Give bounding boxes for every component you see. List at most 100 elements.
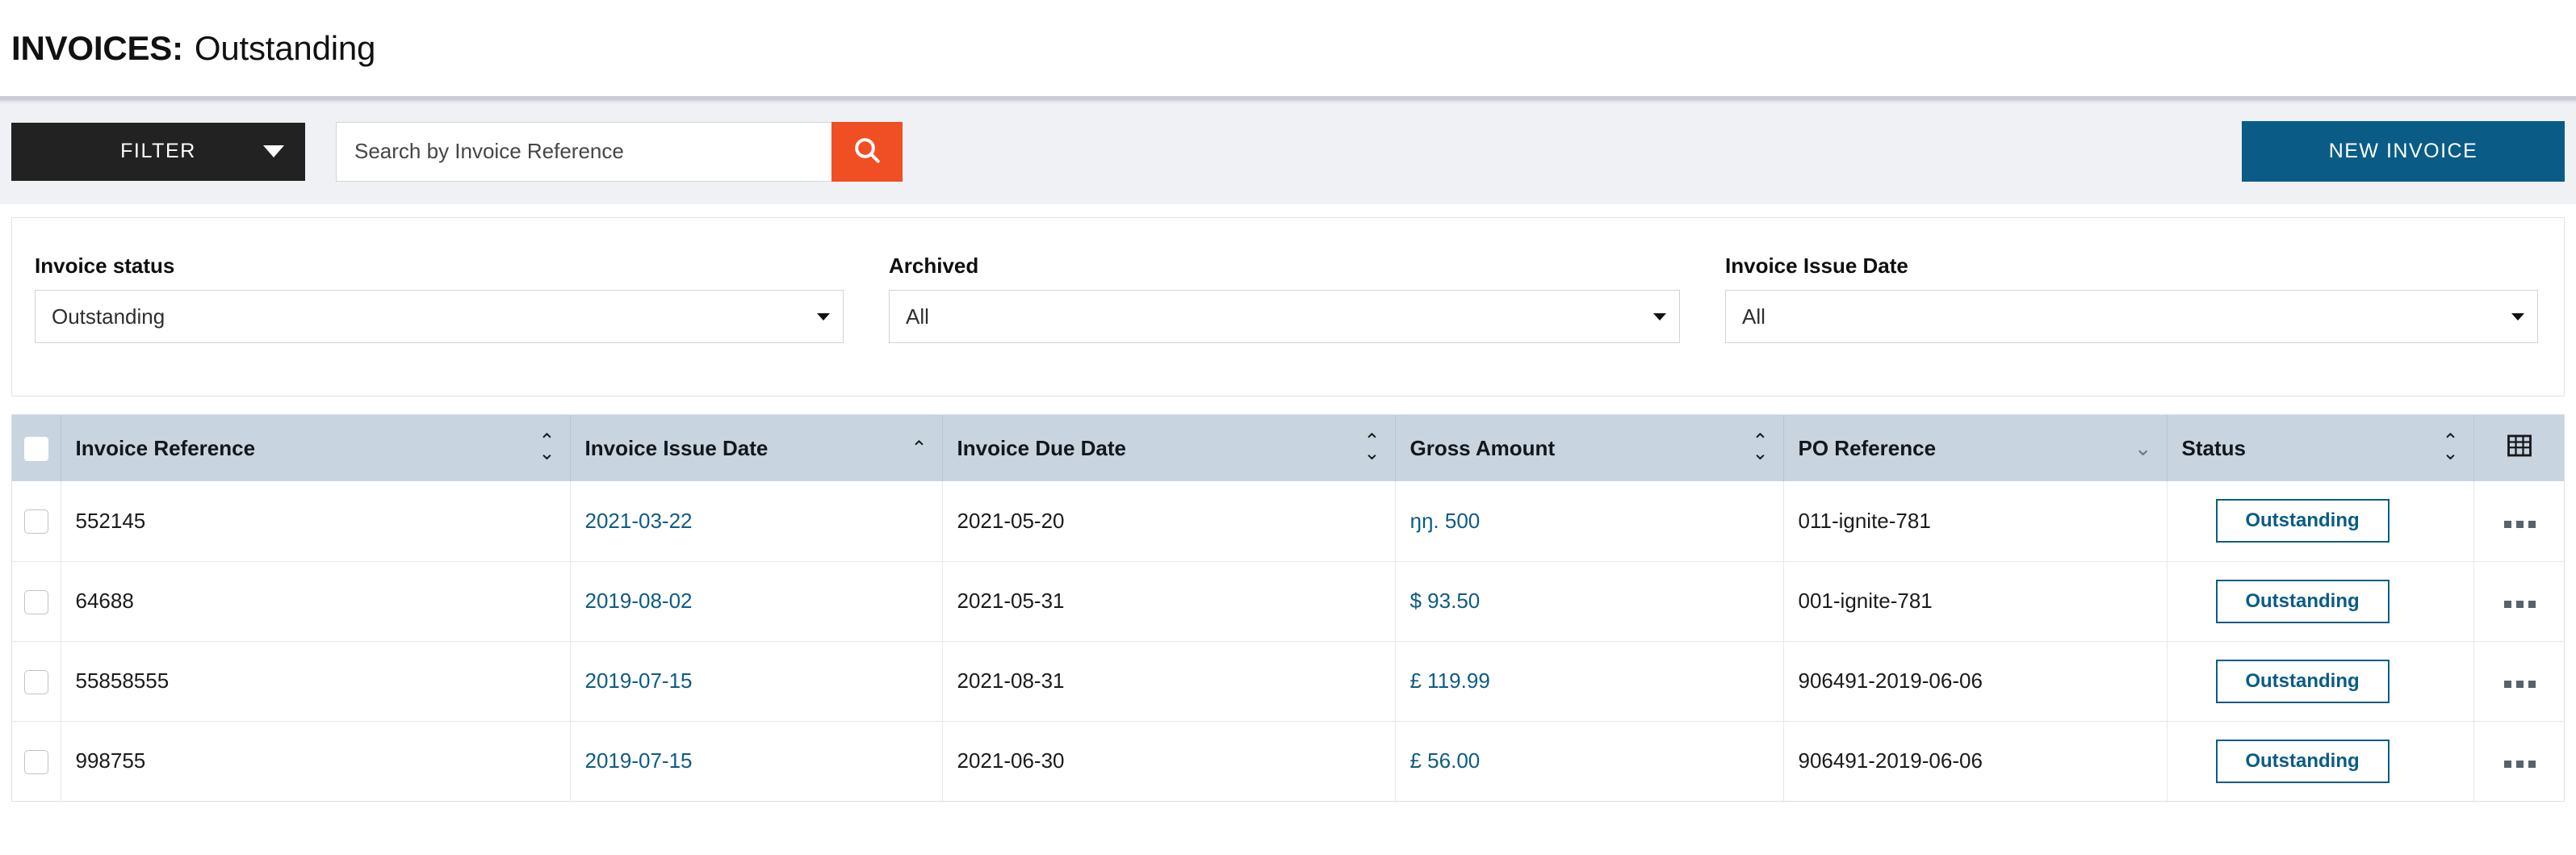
sort-descending-icon[interactable]: ⌄ [2134,436,2152,461]
caret-down-icon [1653,313,1666,321]
archived-select[interactable]: All [889,290,1680,343]
page-header: INVOICES: Outstanding [0,0,2576,96]
page-title: INVOICES: Outstanding [11,31,375,65]
cell-invoice-reference: 552145 [61,481,571,562]
invoice-issue-date-link[interactable]: 2021-03-22 [585,509,693,533]
checkbox-unchecked-icon[interactable] [23,437,48,462]
column-label-status: Status [2181,435,2246,460]
checkbox-unchecked-icon[interactable] [23,749,48,774]
invoices-table: Invoice Reference ⌃ ⌄ Invoice Issue Date… [12,415,2564,801]
invoice-issue-date-link[interactable]: 2019-07-15 [585,668,693,693]
cell-gross-amount: £ 56.00 [1395,721,1784,801]
cell-invoice-due-date: 2021-06-30 [942,721,1396,801]
invoice-issue-date-select[interactable]: All [1725,290,2538,343]
filter-label-invoice-issue-date: Invoice Issue Date [1725,254,1908,278]
row-select-cell[interactable] [12,481,61,562]
status-badge[interactable]: Outstanding [2215,739,2390,783]
status-badge[interactable]: Outstanding [2215,659,2390,703]
column-label-po-reference: PO Reference [1798,435,1937,460]
column-label-invoice-issue-date: Invoice Issue Date [584,435,769,460]
column-header-status[interactable]: Status ⌃ ⌄ [2167,415,2474,481]
sort-toggle-invoice-reference[interactable]: ⌃ ⌄ [538,432,555,464]
cell-invoice-issue-date: 2019-08-02 [570,561,943,642]
cell-status: Outstanding [2167,641,2474,722]
invoice-issue-date-link[interactable]: 2019-08-02 [585,589,693,613]
sort-toggle-invoice-due-date[interactable]: ⌃ ⌄ [1363,432,1380,463]
caret-down-icon [817,313,830,321]
checkbox-unchecked-icon[interactable] [23,589,48,614]
table-body: 552145 2021-03-22 2021-05-20 ŋŋ. 500 011… [12,481,2564,801]
row-select-cell[interactable] [12,721,61,801]
archived-value: All [906,304,929,329]
column-header-po-reference[interactable]: PO Reference ⌄ [1783,415,2168,481]
cell-gross-amount: $ 93.50 [1395,561,1784,642]
ellipsis-horizontal-icon[interactable] [2503,601,2536,608]
filter-label-archived: Archived [889,254,979,278]
cell-invoice-issue-date: 2021-03-22 [570,481,943,562]
column-label-gross-amount: Gross Amount [1409,435,1556,460]
sort-ascending-active-icon[interactable]: ⌃ [911,437,927,460]
chevron-down-icon: ⌄ [2442,442,2459,464]
column-label-invoice-due-date: Invoice Due Date [957,435,1127,460]
gross-amount-link[interactable]: £ 119.99 [1410,668,1490,693]
cell-gross-amount: £ 119.99 [1395,641,1784,722]
gross-amount-link[interactable]: ŋŋ. 500 [1410,509,1481,533]
page-title-suffix: Outstanding [194,28,376,67]
checkbox-unchecked-icon[interactable] [23,669,48,694]
chevron-down-icon: ⌄ [538,442,555,464]
gross-amount-link[interactable]: £ 56.00 [1410,748,1481,773]
ellipsis-horizontal-icon[interactable] [2503,761,2536,769]
column-header-gross-amount[interactable]: Gross Amount ⌃ ⌄ [1395,415,1784,481]
row-actions-cell[interactable] [2473,481,2564,562]
search-input[interactable] [336,121,831,182]
table-row[interactable]: 552145 2021-03-22 2021-05-20 ŋŋ. 500 011… [12,481,2564,562]
column-header-invoice-due-date[interactable]: Invoice Due Date ⌃ ⌄ [942,415,1396,481]
invoice-status-select[interactable]: Outstanding [35,290,844,343]
ellipsis-horizontal-icon[interactable] [2503,681,2536,688]
cell-invoice-issue-date: 2019-07-15 [570,721,943,801]
chevron-down-icon: ⌄ [1752,442,1769,464]
cell-invoice-due-date: 2021-05-31 [942,561,1396,642]
invoice-issue-date-value: All [1742,304,1766,329]
filter-label-invoice-status: Invoice status [35,254,175,278]
filter-button-label: FILTER [120,140,196,162]
new-invoice-button[interactable]: NEW INVOICE [2242,121,2565,182]
cell-invoice-due-date: 2021-08-31 [942,641,1396,722]
invoice-issue-date-link[interactable]: 2019-07-15 [585,748,693,773]
status-badge[interactable]: Outstanding [2215,579,2390,623]
ellipsis-horizontal-icon[interactable] [2503,520,2536,528]
search-submit-button[interactable] [831,121,903,182]
invoice-status-value: Outstanding [52,304,165,329]
sort-toggle-gross-amount[interactable]: ⌃ ⌄ [1752,432,1769,464]
cell-po-reference: 906491-2019-06-06 [1783,721,2168,801]
cell-invoice-reference: 998755 [61,721,571,801]
row-select-cell[interactable] [12,561,61,642]
table-row[interactable]: 64688 2019-08-02 2021-05-31 $ 93.50 001-… [12,561,2564,642]
row-select-cell[interactable] [12,641,61,722]
table-grid-icon[interactable] [2507,434,2532,463]
gross-amount-link[interactable]: $ 93.50 [1410,589,1481,613]
row-actions-cell[interactable] [2473,721,2564,801]
cell-po-reference: 011-ignite-781 [1783,481,2168,562]
caret-down-icon [2511,313,2524,321]
column-header-invoice-reference[interactable]: Invoice Reference ⌃ ⌄ [61,415,571,481]
checkbox-unchecked-icon[interactable] [23,509,48,534]
column-header-invoice-issue-date[interactable]: Invoice Issue Date ⌃ [570,415,943,481]
cell-po-reference: 906491-2019-06-06 [1783,641,2168,722]
select-all-header[interactable] [12,415,61,481]
search-group [336,121,903,182]
status-badge[interactable]: Outstanding [2215,499,2390,543]
table-header-row: Invoice Reference ⌃ ⌄ Invoice Issue Date… [12,415,2564,481]
row-actions-cell[interactable] [2473,641,2564,722]
cell-status: Outstanding [2167,561,2474,642]
table-row[interactable]: 55858555 2019-07-15 2021-08-31 £ 119.99 … [12,641,2564,722]
sort-toggle-status[interactable]: ⌃ ⌄ [2442,432,2459,464]
cell-invoice-issue-date: 2019-07-15 [570,641,943,722]
cell-status: Outstanding [2167,481,2474,562]
column-settings-header[interactable] [2473,415,2564,481]
row-actions-cell[interactable] [2473,561,2564,642]
cell-invoice-due-date: 2021-05-20 [942,481,1396,562]
filter-button[interactable]: FILTER [11,122,305,181]
table-row[interactable]: 998755 2019-07-15 2021-06-30 £ 56.00 906… [12,721,2564,801]
invoices-table-container: Invoice Reference ⌃ ⌄ Invoice Issue Date… [11,414,2565,802]
